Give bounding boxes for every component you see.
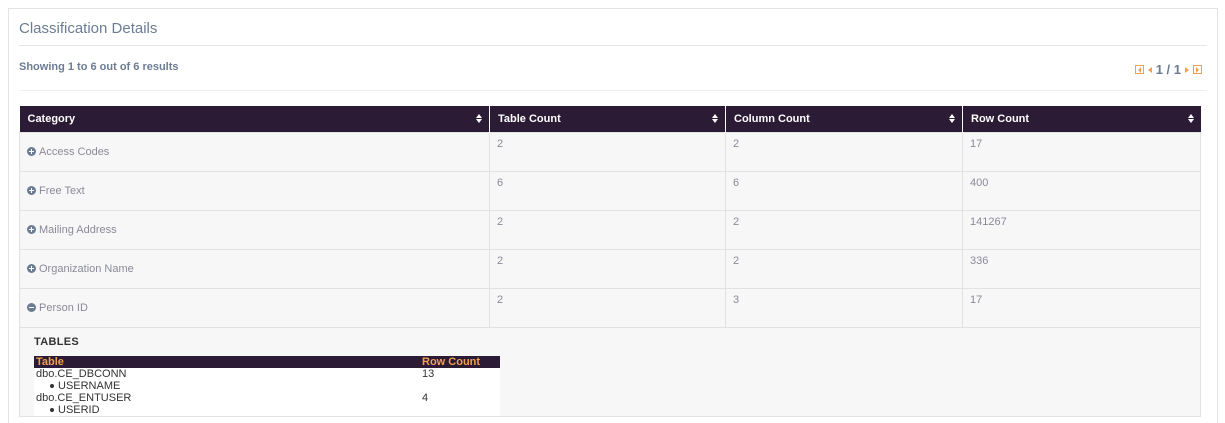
row-count-cell: 17 <box>962 132 1201 172</box>
expand-icon[interactable] <box>27 147 36 156</box>
table-row: Organization Name 2 2 336 <box>19 249 1201 289</box>
table-row: Mailing Address 2 2 141267 <box>19 210 1201 250</box>
category-cell[interactable]: Person ID <box>19 288 490 328</box>
table-count-cell: 2 <box>489 249 726 289</box>
detail-column-row-count: Row Count <box>420 356 500 368</box>
detail-header-row: Table Row Count <box>34 356 500 368</box>
table-header-row: Category Table Count Column Count Row Co… <box>19 106 1201 133</box>
column-header-row-count[interactable]: Row Count <box>962 106 1201 133</box>
classification-details-panel: Classification Details Showing 1 to 6 ou… <box>8 8 1218 423</box>
first-page-icon[interactable] <box>1134 65 1144 74</box>
table-name-cell: dbo.CE_ENTUSER USERID <box>34 392 420 416</box>
column-list: USERID <box>36 404 418 416</box>
table-name-cell: dbo.CE_DBCONN USERNAME <box>34 368 420 392</box>
sort-icon[interactable] <box>949 114 955 124</box>
column-count-cell: 2 <box>725 132 963 172</box>
collapse-icon[interactable] <box>27 303 36 312</box>
pagination: 1 / 1 <box>1134 62 1202 77</box>
last-page-icon[interactable] <box>1193 65 1202 74</box>
column-name: USERID <box>50 404 418 416</box>
table-row: Access Codes 2 2 17 <box>19 132 1201 172</box>
column-count-cell: 2 <box>725 249 963 289</box>
column-header-table-count[interactable]: Table Count <box>489 106 726 133</box>
list-item: dbo.CE_DBCONN USERNAME 13 <box>34 368 500 392</box>
expand-icon[interactable] <box>27 264 36 273</box>
list-item: dbo.CE_ENTUSER USERID 4 <box>34 392 500 416</box>
table-count-cell: 6 <box>489 171 726 211</box>
category-cell[interactable]: Organization Name <box>19 249 490 289</box>
row-count-cell: 141267 <box>962 210 1201 250</box>
table-count-cell: 2 <box>489 288 726 328</box>
table-count-cell: 2 <box>489 132 726 172</box>
sort-icon[interactable] <box>476 114 482 124</box>
row-count-cell: 336 <box>962 249 1201 289</box>
next-page-icon[interactable] <box>1185 66 1189 73</box>
column-count-cell: 6 <box>725 171 963 211</box>
detail-tables-table: Table Row Count dbo.CE_DBCONN USERNAME 1… <box>34 356 500 416</box>
column-header-category[interactable]: Category <box>19 106 490 133</box>
column-count-cell: 2 <box>725 210 963 250</box>
expand-icon[interactable] <box>27 225 36 234</box>
table-row: Person ID 2 3 17 <box>19 288 1201 328</box>
results-summary: Showing 1 to 6 out of 6 results <box>19 61 179 73</box>
detail-cell: TABLES Table Row Count dbo.CE_DBCONN USE… <box>19 327 1201 417</box>
previous-page-icon[interactable] <box>1147 66 1152 73</box>
category-cell[interactable]: Access Codes <box>19 132 490 172</box>
category-cell[interactable]: Free Text <box>19 171 490 211</box>
panel-title: Classification Details <box>19 20 158 37</box>
table-name: dbo.CE_ENTUSER <box>36 392 132 404</box>
column-list: USERNAME <box>36 380 418 392</box>
column-count-cell: 3 <box>725 288 963 328</box>
column-name: USERNAME <box>50 380 418 392</box>
table-name: dbo.CE_DBCONN <box>36 368 127 380</box>
table-count-cell: 2 <box>489 210 726 250</box>
category-cell[interactable]: Mailing Address <box>19 210 490 250</box>
divider <box>19 45 1207 46</box>
expanded-detail-row: TABLES Table Row Count dbo.CE_DBCONN USE… <box>19 327 1201 417</box>
table-row-count: 13 <box>420 368 500 392</box>
sort-icon[interactable] <box>1187 114 1194 124</box>
classification-table: Category Table Count Column Count Row Co… <box>19 106 1201 417</box>
row-count-cell: 400 <box>962 171 1201 211</box>
divider <box>19 90 1207 91</box>
table-row-count: 4 <box>420 392 500 416</box>
page-indicator: 1 / 1 <box>1155 62 1181 77</box>
table-row: Free Text 6 6 400 <box>19 171 1201 211</box>
row-count-cell: 17 <box>962 288 1201 328</box>
detail-title: TABLES <box>34 336 79 348</box>
column-header-column-count[interactable]: Column Count <box>725 106 963 133</box>
sort-icon[interactable] <box>712 114 718 124</box>
expand-icon[interactable] <box>27 186 36 195</box>
detail-column-table: Table <box>34 356 420 368</box>
